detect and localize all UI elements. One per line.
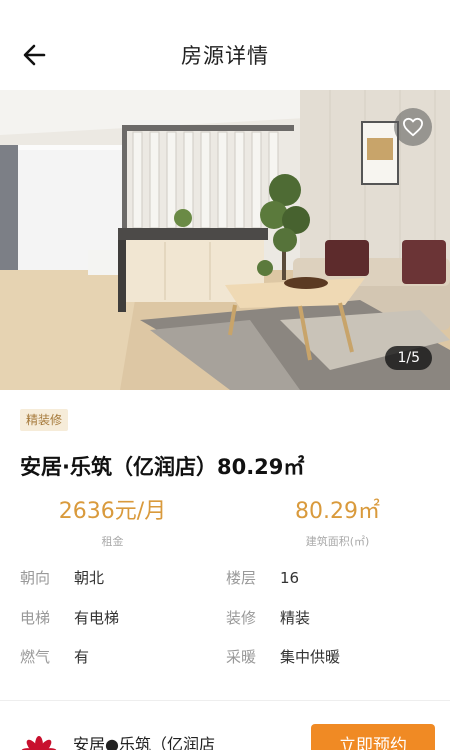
store-name[interactable]: 安居●乐筑（亿润店 [73,731,215,750]
attribute-gas: 燃气 有 [20,646,89,668]
photo-gallery[interactable]: 1/5 [0,90,450,390]
attribute-key: 楼层 [226,569,257,587]
price-stat: 2636元/月 租金 [0,497,225,549]
attribute-value: 有电梯 [74,609,120,627]
attribute-key: 朝向 [20,569,51,587]
area-label: 建筑面积(㎡) [305,535,370,548]
attribute-value: 朝北 [74,569,105,587]
listing-title: 安居·乐筑（亿润店）80.29㎡ [20,455,305,479]
area-value: 80.29㎡ [295,499,380,524]
heart-icon [402,117,423,137]
favorite-button[interactable] [394,108,432,146]
attribute-key: 装修 [226,609,257,627]
price-value: 2636元/月 [58,499,167,524]
attribute-value: 集中供暖 [280,648,341,666]
area-stat: 80.29㎡ 建筑面积(㎡) [225,497,450,549]
decoration-tag: 精装修 [20,409,69,431]
attribute-key: 燃气 [20,648,51,666]
attribute-key: 电梯 [20,609,51,627]
top-bar: 房源详情 [0,0,450,90]
store-logo-icon [17,732,61,750]
attribute-heating: 采暖 集中供暖 [226,646,340,668]
attribute-value: 16 [280,569,300,587]
attribute-elevator: 电梯 有电梯 [20,607,119,629]
attribute-floor: 楼层 16 [226,567,299,589]
attribute-key: 采暖 [226,648,257,666]
attribute-value: 有 [74,648,90,666]
bottom-action-bar: 安居●乐筑（亿润店 立即预约 [0,700,450,750]
book-now-button[interactable]: 立即预约 [311,724,435,750]
photo-counter: 1/5 [385,346,432,370]
page-title: 房源详情 [181,44,269,68]
attribute-value: 精装 [280,609,311,627]
attribute-orientation: 朝向 朝北 [20,567,104,589]
attribute-decoration: 装修 精装 [226,607,310,629]
room-photo [0,90,450,390]
price-label: 租金 [101,535,124,548]
